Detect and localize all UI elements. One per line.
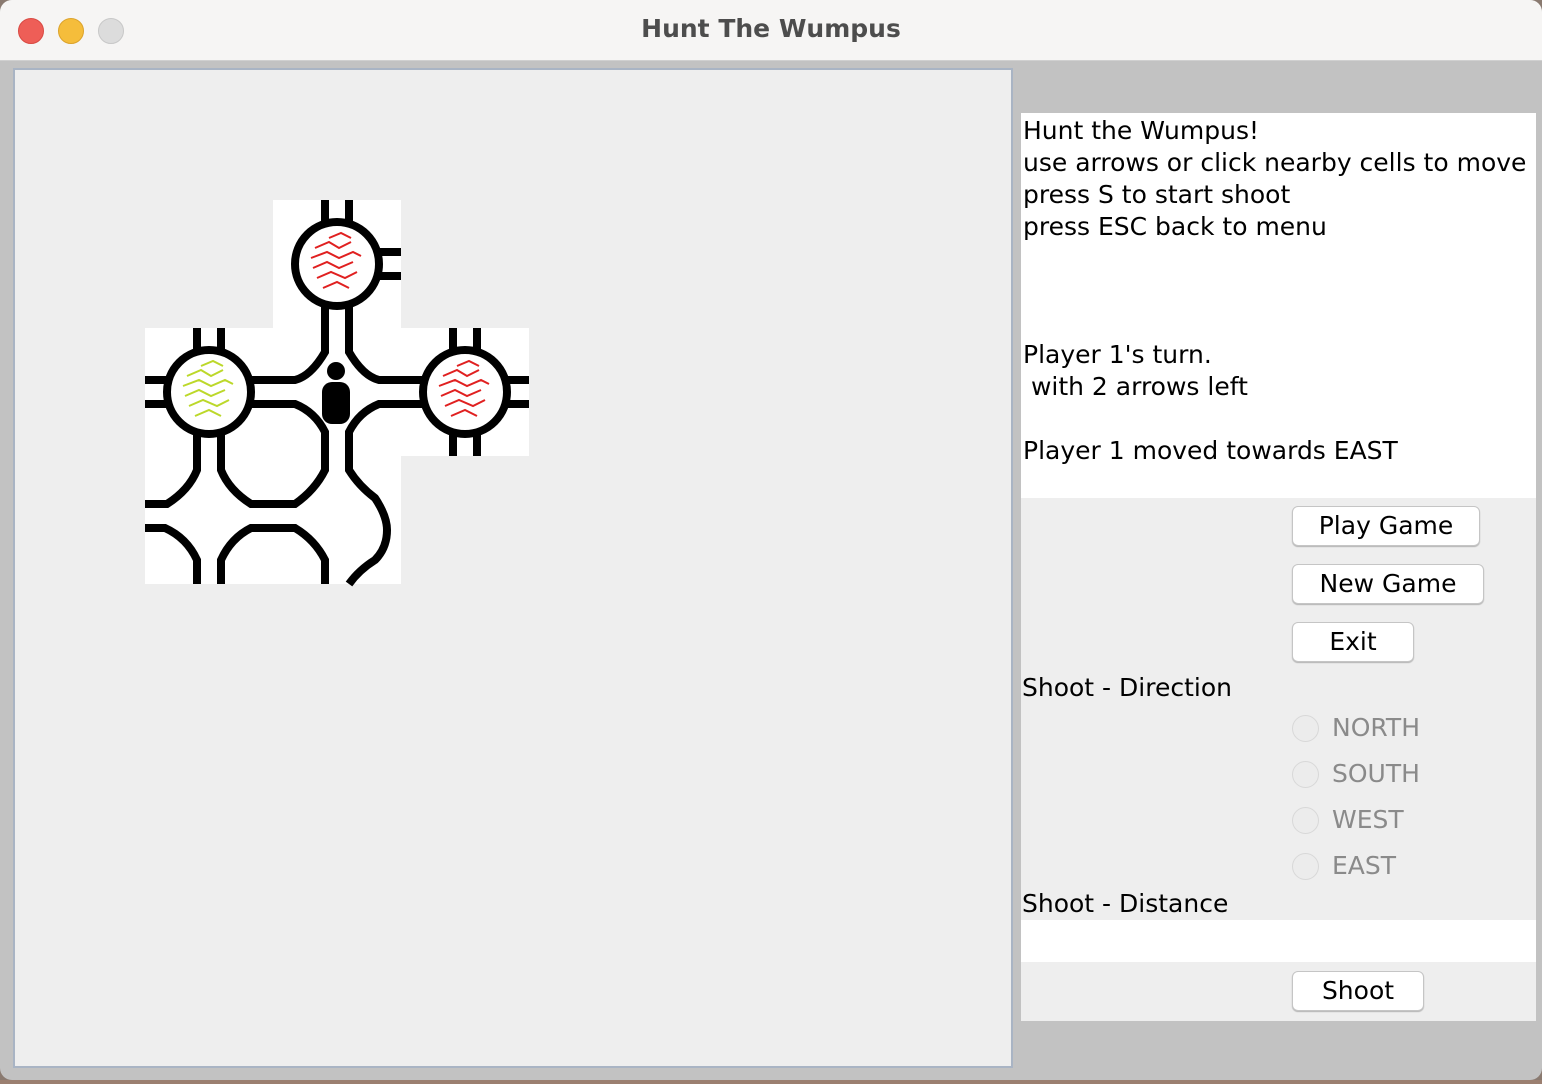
info-menu-help: press ESC back to menu bbox=[1023, 212, 1327, 241]
window-title: Hunt The Wumpus bbox=[641, 14, 901, 43]
game-window: Hunt The Wumpus Hunt the Wumpus! use arr… bbox=[0, 0, 1542, 1080]
radio-label: WEST bbox=[1332, 805, 1404, 834]
shoot-distance-input[interactable] bbox=[1021, 920, 1536, 962]
radio-circle-icon[interactable] bbox=[1292, 853, 1319, 880]
radio-label: SOUTH bbox=[1332, 759, 1420, 788]
radio-label: EAST bbox=[1332, 851, 1397, 880]
arrows-status: with 2 arrows left bbox=[1023, 372, 1248, 401]
play-game-button[interactable]: Play Game bbox=[1292, 506, 1480, 546]
info-heading: Hunt the Wumpus! bbox=[1023, 116, 1259, 145]
desktop-background bbox=[0, 1080, 1542, 1084]
shoot-button[interactable]: Shoot bbox=[1292, 971, 1424, 1011]
radio-circle-icon[interactable] bbox=[1292, 761, 1319, 788]
shoot-distance-label: Shoot - Distance bbox=[1022, 889, 1229, 918]
radio-label: NORTH bbox=[1332, 713, 1421, 742]
radio-circle-icon[interactable] bbox=[1292, 715, 1319, 742]
title-bar: Hunt The Wumpus bbox=[0, 0, 1542, 61]
control-panel: Hunt the Wumpus! use arrows or click nea… bbox=[1021, 113, 1536, 1021]
info-text-area: Hunt the Wumpus! use arrows or click nea… bbox=[1021, 113, 1536, 498]
cell-bottom-left bbox=[145, 456, 273, 584]
game-board[interactable] bbox=[13, 68, 1013, 1068]
radio-circle-icon[interactable] bbox=[1292, 807, 1319, 834]
info-move-help: use arrows or click nearby cells to move bbox=[1023, 148, 1527, 177]
turn-status: Player 1's turn. bbox=[1023, 340, 1212, 369]
new-game-button[interactable]: New Game bbox=[1292, 564, 1484, 604]
exit-button[interactable]: Exit bbox=[1292, 622, 1414, 662]
shoot-direction-label: Shoot - Direction bbox=[1022, 673, 1232, 702]
last-move-status: Player 1 moved towards EAST bbox=[1023, 436, 1398, 465]
maze-map bbox=[145, 200, 529, 587]
info-shoot-help: press S to start shoot bbox=[1023, 180, 1291, 209]
